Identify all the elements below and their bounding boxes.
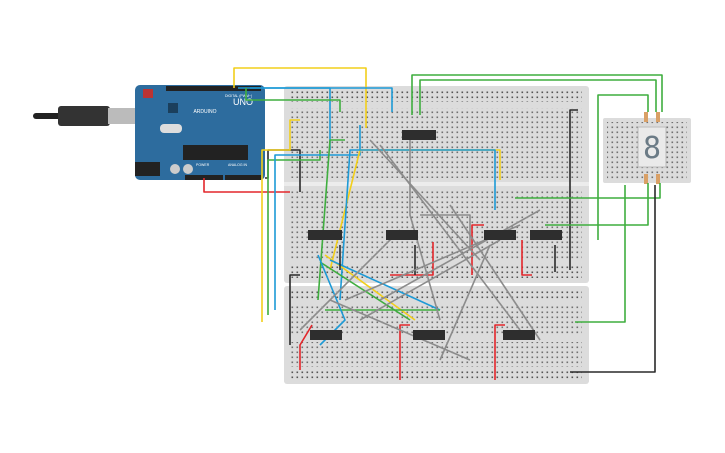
ic-chip xyxy=(310,330,342,340)
ic-chip xyxy=(402,130,436,140)
usb-cable xyxy=(33,106,138,126)
ic-chip xyxy=(413,330,445,340)
ic-chip xyxy=(484,230,516,240)
seven-segment-display[interactable]: 8 xyxy=(637,126,667,168)
arduino-logo: ARDUINO xyxy=(193,109,216,115)
ic-chip xyxy=(386,230,418,240)
microcontroller-chip xyxy=(183,145,248,160)
circuit-canvas[interactable]: 8 ARDUINO UNO DIGITAL (PWM~) POWER ANALO… xyxy=(0,0,725,453)
ic-chip xyxy=(530,230,562,240)
reset-button xyxy=(143,89,153,98)
arduino-model: UNO xyxy=(233,97,253,107)
digital-label: DIGITAL (PWM~) xyxy=(225,94,252,98)
analog-label: ANALOG IN xyxy=(228,163,248,167)
power-label: POWER xyxy=(196,163,210,167)
display-digit: 8 xyxy=(643,131,661,166)
ic-chip xyxy=(308,230,342,240)
ic-chip xyxy=(503,330,535,340)
